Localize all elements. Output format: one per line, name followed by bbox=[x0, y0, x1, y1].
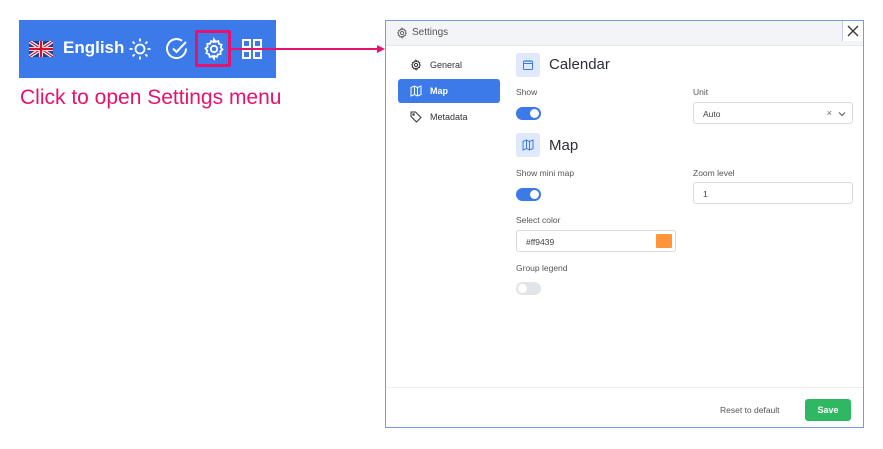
nav-item-label: Map bbox=[430, 86, 448, 96]
unit-select[interactable]: Auto × bbox=[693, 102, 853, 124]
calendar-show-label: Show bbox=[516, 87, 538, 97]
grid-icon[interactable] bbox=[240, 37, 264, 61]
map-icon bbox=[410, 85, 422, 97]
gear-icon bbox=[411, 59, 421, 71]
unit-label: Unit bbox=[693, 87, 709, 97]
nav-item-general[interactable]: General bbox=[398, 53, 500, 77]
nav-item-metadata[interactable]: Metadata bbox=[398, 105, 500, 129]
top-toolbar: English bbox=[19, 20, 276, 78]
gear-icon bbox=[397, 27, 407, 39]
show-mini-map-toggle[interactable] bbox=[516, 188, 541, 201]
zoom-level-value: 1 bbox=[703, 189, 708, 199]
gear-icon[interactable] bbox=[202, 37, 226, 61]
nav-item-label: Metadata bbox=[430, 112, 468, 122]
settings-dialog: Settings General Map Metadata Calendar S… bbox=[385, 20, 864, 428]
tag-icon bbox=[410, 111, 422, 123]
sun-icon[interactable] bbox=[128, 37, 152, 61]
calendar-section-icon bbox=[516, 53, 540, 77]
map-section-title: Map bbox=[549, 137, 579, 154]
zoom-level-input[interactable]: 1 bbox=[693, 182, 853, 204]
nav-item-map[interactable]: Map bbox=[398, 79, 500, 103]
dialog-header: Settings bbox=[386, 21, 863, 46]
check-circle-icon[interactable] bbox=[165, 37, 189, 61]
map-section-icon bbox=[516, 133, 540, 157]
zoom-level-label: Zoom level bbox=[693, 168, 735, 178]
language-label[interactable]: English bbox=[63, 38, 124, 58]
color-input[interactable]: #ff9439 bbox=[516, 230, 676, 252]
nav-item-label: General bbox=[430, 60, 463, 70]
uk-flag-icon[interactable] bbox=[29, 41, 53, 57]
settings-nav: General Map Metadata bbox=[398, 53, 500, 131]
chevron-down-icon[interactable] bbox=[838, 110, 846, 118]
dialog-footer: Reset to default Save bbox=[386, 387, 863, 430]
calendar-show-toggle[interactable] bbox=[516, 107, 541, 120]
close-icon bbox=[847, 25, 859, 37]
clear-icon[interactable]: × bbox=[827, 108, 832, 118]
close-button[interactable] bbox=[842, 21, 863, 41]
reset-to-default-button[interactable]: Reset to default bbox=[720, 405, 780, 415]
calendar-section-title: Calendar bbox=[549, 56, 610, 73]
group-legend-toggle[interactable] bbox=[516, 282, 541, 295]
map-icon bbox=[522, 139, 534, 151]
color-swatch[interactable] bbox=[656, 234, 672, 248]
select-color-label: Select color bbox=[516, 215, 561, 225]
dialog-title: Settings bbox=[412, 27, 449, 38]
group-legend-label: Group legend bbox=[516, 263, 568, 273]
instruction-caption: Click to open Settings menu bbox=[20, 86, 282, 109]
save-button[interactable]: Save bbox=[805, 399, 851, 421]
show-mini-map-label: Show mini map bbox=[516, 168, 575, 178]
color-value: #ff9439 bbox=[526, 237, 555, 247]
calendar-icon bbox=[523, 60, 533, 70]
unit-value: Auto bbox=[703, 109, 721, 119]
